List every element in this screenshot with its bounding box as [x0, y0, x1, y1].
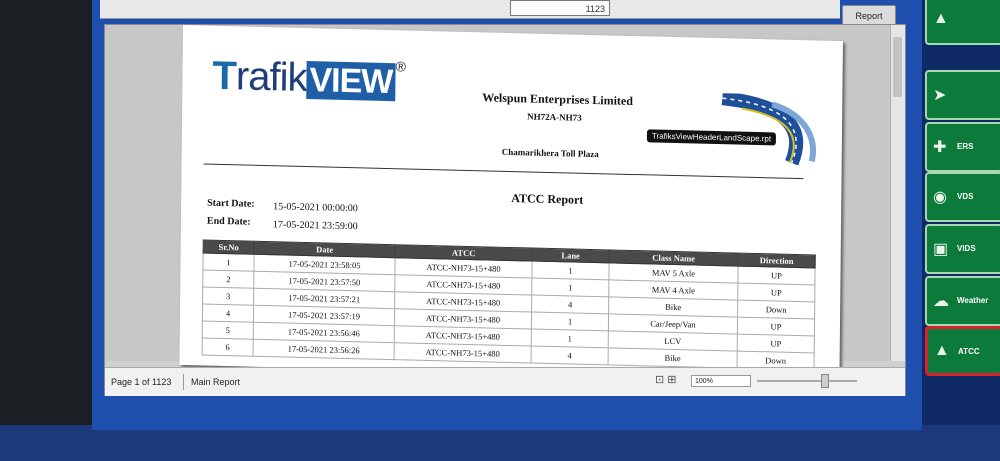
report-page: TrafikVIEW ® Welspun Enterprises Limited … — [179, 25, 843, 382]
cell-lane: 4 — [531, 295, 609, 314]
cell-sr-no: 5 — [202, 320, 254, 340]
monitor-bezel — [0, 0, 92, 461]
zoom-slider-knob[interactable] — [821, 374, 829, 388]
sidebar-item-weather[interactable]: ☁ Weather — [925, 276, 1000, 326]
module-sidebar: ▲ ➤ ✚ ERS ◉ VDS ▣ VIDS ☁ Weather ▲ ATCC — [925, 0, 1000, 430]
status-separator — [183, 374, 184, 390]
header-divider — [203, 163, 804, 180]
cell-direction: Down — [737, 300, 815, 319]
start-date-value: 15-05-2021 00:00:00 — [273, 201, 358, 215]
toll-plaza-name: Chamarikhera Toll Plaza — [501, 146, 599, 160]
sidebar-item-vids[interactable]: ▣ VIDS — [925, 224, 1000, 274]
scrollbar-thumb[interactable] — [893, 37, 902, 97]
cell-sr-no: 6 — [202, 337, 254, 357]
company-name: Welspun Enterprises Limited — [482, 90, 634, 108]
main-report-tab[interactable]: Main Report — [191, 377, 240, 387]
cell-direction: UP — [737, 317, 815, 336]
cursor-icon: ➤ — [933, 87, 947, 104]
start-date-label: Start Date: — [207, 197, 255, 210]
end-date-value: 17-05-2021 23:59:00 — [272, 219, 358, 233]
col-sr-no: Sr.No — [203, 240, 255, 255]
cloud-icon: ☁ — [933, 293, 949, 310]
status-bar: Page 1 of 1123 Main Report ⊡ ⊞ 100% — [105, 367, 905, 396]
cell-class-name: Bike — [608, 347, 738, 369]
cell-sr-no: 1 — [202, 253, 255, 272]
cell-lane: 1 — [531, 329, 609, 348]
cell-lane: 1 — [531, 261, 610, 280]
report-button[interactable]: Report — [842, 5, 896, 25]
sidebar-item-road[interactable]: ▲ — [925, 0, 1000, 45]
cell-lane: 1 — [531, 278, 609, 297]
road-icon: ▲ — [933, 10, 949, 27]
monitor-icon: ▣ — [933, 241, 949, 258]
sidebar-item-ers[interactable]: ✚ ERS — [925, 122, 1000, 172]
monitor-bottom — [0, 425, 1000, 461]
cell-direction: UP — [737, 266, 816, 285]
cell-direction: UP — [737, 283, 815, 302]
cell-date: 17-05-2021 23:56:26 — [253, 339, 395, 360]
viewer-toolbar: 1123 — [100, 0, 840, 19]
zoom-slider[interactable] — [757, 380, 857, 382]
cell-sr-no: 3 — [202, 286, 254, 306]
report-canvas[interactable]: TrafikVIEW ® Welspun Enterprises Limited … — [105, 25, 889, 382]
fit-page-icon[interactable]: ⊡ ⊞ — [655, 373, 677, 386]
page-selector[interactable]: 1123 — [510, 0, 610, 16]
vehicle-icon: ▲ — [934, 342, 950, 359]
sidebar-item-atcc[interactable]: ▲ ATCC — [925, 326, 1000, 376]
cell-direction: UP — [737, 334, 815, 353]
sidebar-item-vds[interactable]: ◉ VDS — [925, 172, 1000, 222]
cell-atcc: ATCC-NH73-15+480 — [394, 342, 532, 364]
highway-name: NH72A-NH73 — [527, 111, 582, 123]
end-date-label: End Date: — [206, 215, 251, 228]
alarm-icon: ✚ — [933, 139, 947, 156]
nhai-road-logo-icon — [721, 92, 816, 166]
page-indicator: Page 1 of 1123 — [111, 377, 172, 387]
zoom-level[interactable]: 100% — [691, 375, 751, 387]
cell-lane: 4 — [531, 346, 609, 365]
sidebar-item-submit[interactable]: ➤ — [925, 70, 1000, 120]
trafikview-logo: TrafikVIEW ® — [212, 53, 405, 102]
cell-lane: 1 — [531, 312, 609, 331]
cell-sr-no: 4 — [202, 303, 254, 323]
report-viewer: TrafikVIEW ® Welspun Enterprises Limited … — [104, 24, 906, 396]
report-tooltip: TrafiksViewHeaderLandScape.rpt — [646, 129, 777, 146]
vertical-scrollbar[interactable] — [890, 25, 905, 361]
atcc-table: Sr.No Date ATCC Lane Class Name Directio… — [202, 239, 816, 370]
cell-sr-no: 2 — [202, 270, 254, 289]
report-title: ATCC Report — [511, 191, 584, 207]
camera-icon: ◉ — [933, 189, 947, 206]
